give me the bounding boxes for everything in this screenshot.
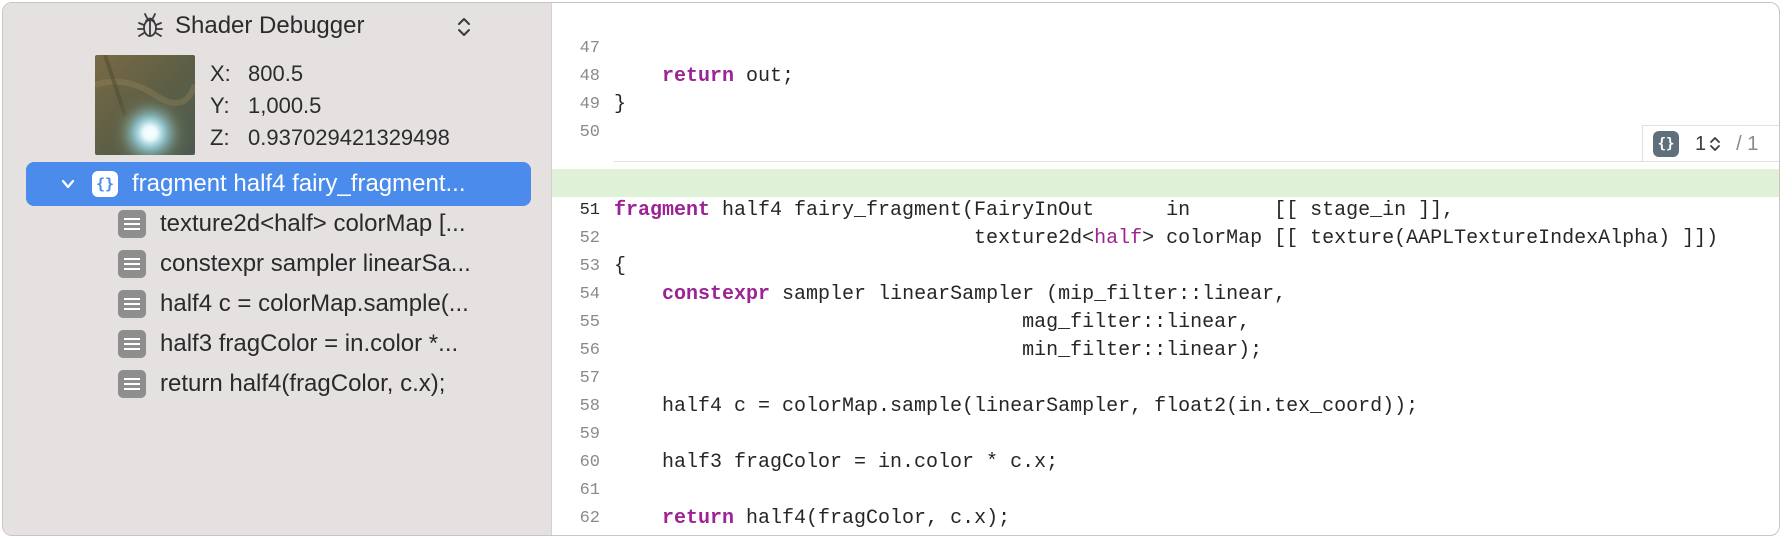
tree-item-line[interactable]: constexpr sampler linearSa...: [118, 242, 538, 286]
chevron-updown-icon[interactable]: [455, 14, 473, 40]
debugger-title: Shader Debugger: [175, 12, 365, 39]
stepper-icon[interactable]: [1708, 134, 1722, 154]
sidebar: Shader Debugger X: 800.5 Y: 1,000.5 Z: 0…: [3, 3, 552, 535]
source-line-icon: [118, 250, 146, 278]
code-line: 60 half3 fragColor = in.color * c.x;: [552, 421, 1779, 474]
code-line: 53{: [552, 225, 1779, 278]
code-line: 48 return out;: [552, 35, 1779, 88]
x-value: 800.5: [248, 61, 304, 86]
code-line: 50: [552, 91, 1779, 142]
x-label: X:: [210, 61, 231, 86]
code-line: 63}: [552, 505, 1779, 533]
pixel-coordinates: X: 800.5 Y: 1,000.5 Z: 0.937029421329498: [210, 58, 450, 154]
tree-item-label: half4 c = colorMap.sample(...: [160, 290, 469, 317]
braces-icon: {}: [1653, 131, 1679, 157]
pixel-thumbnail: [95, 55, 195, 155]
z-label: Z:: [210, 125, 230, 150]
code-line: 54 constexpr sampler linearSampler (mip_…: [552, 253, 1779, 306]
bug-icon: [137, 13, 163, 37]
source-line-icon: [118, 210, 146, 238]
code-line: 49}: [552, 63, 1779, 116]
sidebar-header: Shader Debugger: [3, 7, 551, 45]
tree-item-line[interactable]: half4 c = colorMap.sample(...: [118, 282, 538, 326]
tree-item-line[interactable]: return half4(fragColor, c.x);: [118, 362, 538, 406]
navigator-total: / 1: [1736, 132, 1759, 155]
shader-debugger-window: Shader Debugger X: 800.5 Y: 1,000.5 Z: 0…: [2, 2, 1780, 536]
line-number: 50: [579, 123, 600, 142]
tree-item-label: constexpr sampler linearSa...: [160, 250, 471, 277]
y-label: Y:: [210, 93, 230, 118]
tree-item-label: half3 fragColor = in.color *...: [160, 330, 459, 357]
tree-item-line[interactable]: texture2d<half> colorMap [...: [118, 202, 538, 246]
tree-item-label: texture2d<half> colorMap [...: [160, 210, 466, 237]
code-line-current: 51 fragment half4 fairy_fragment(FairyInO…: [552, 169, 1779, 222]
code-line: 57: [552, 337, 1779, 388]
braces-icon: {}: [92, 171, 118, 197]
code-line: 59: [552, 393, 1779, 444]
code-line: 56 min_filter::linear);: [552, 309, 1779, 362]
y-value: 1,000.5: [248, 93, 322, 118]
source-editor[interactable]: 47 48 return out; 49} 50 {} 1 / 1 51 frag…: [552, 3, 1779, 535]
function-navigator[interactable]: {} 1 / 1: [1642, 125, 1779, 162]
z-value: 0.937029421329498: [248, 125, 450, 150]
source-line-icon: [118, 330, 146, 358]
pane-divider: [614, 161, 1779, 162]
tree-root-label: fragment half4 fairy_fragment...: [132, 170, 466, 197]
code-line: 55 mag_filter::linear,: [552, 281, 1779, 334]
code-line: 62 return half4(fragColor, c.x);: [552, 477, 1779, 530]
code-line: 58 half4 c = colorMap.sample(linearSampl…: [552, 365, 1779, 418]
code-line: 52 texture2d<half> colorMap [[ texture(A…: [552, 197, 1779, 250]
title-popup[interactable]: Shader Debugger: [135, 11, 364, 41]
tree-item-line[interactable]: half3 fragColor = in.color *...: [118, 322, 538, 366]
source-line-icon: [118, 290, 146, 318]
navigator-current: 1: [1695, 132, 1707, 155]
code-line: 47: [552, 7, 1779, 58]
chevron-down-icon[interactable]: [60, 176, 76, 192]
line-number: 63: [552, 533, 600, 535]
tree-item-fragment-function[interactable]: {} fragment half4 fairy_fragment...: [26, 162, 531, 206]
source-line-icon: [118, 370, 146, 398]
code-line: 61: [552, 449, 1779, 500]
tree-item-label: return half4(fragColor, c.x);: [160, 370, 446, 397]
